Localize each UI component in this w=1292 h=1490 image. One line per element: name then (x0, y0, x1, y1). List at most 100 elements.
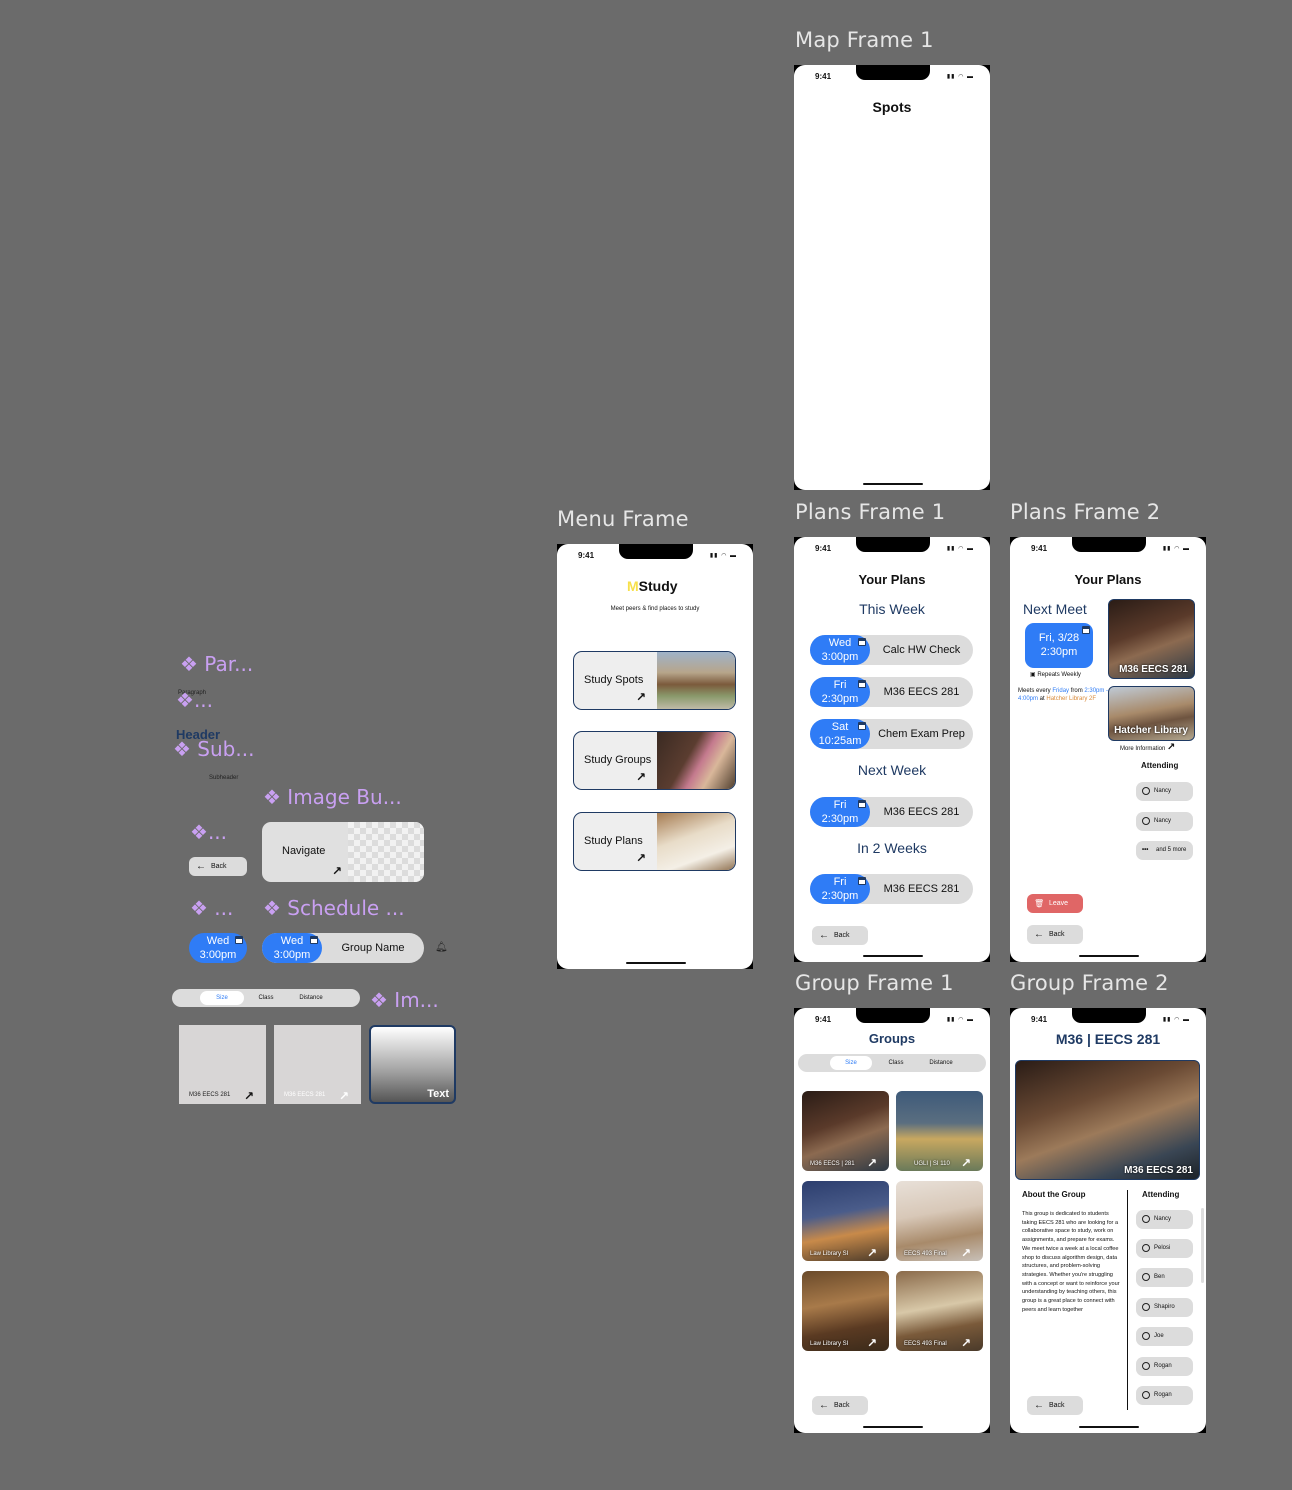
image-label: Hatcher Library (1114, 725, 1188, 736)
plan-item[interactable]: Fri 2:30pm M36 EECS 281 (810, 677, 973, 707)
image-text-component[interactable]: Text (369, 1025, 456, 1104)
tile-label: Text (427, 1088, 449, 1100)
calendar-icon (858, 722, 866, 730)
back-arrow-icon: ← (196, 861, 206, 872)
filter-tabs-component: Size Class Distance (172, 989, 360, 1007)
attendee-name: Joe (1154, 1333, 1164, 1339)
arrow-icon: ↗ (636, 851, 647, 865)
component-back-label[interactable]: ❖... (190, 820, 227, 844)
navigate-button[interactable]: Navigate ↗ (262, 822, 424, 882)
tab-class[interactable]: Class (878, 1054, 914, 1072)
group-tile[interactable]: EECS 493 Final ↗ (896, 1181, 983, 1261)
tab-size[interactable]: Size (200, 991, 244, 1005)
page-title: Your Plans (1074, 572, 1142, 587)
arrow-icon: ↗ (866, 1156, 877, 1170)
more-info-link[interactable]: More Information ↗ (1120, 742, 1175, 753)
status-icons: ▮▮ ◠ ▬ (709, 553, 737, 559)
attendee-pill[interactable]: Rogan (1136, 1357, 1193, 1376)
next-meet-date[interactable]: Fri, 3/28 2:30pm (1025, 623, 1093, 668)
plan-item[interactable]: Sat 10:25am Chem Exam Prep (810, 719, 973, 749)
study-plans-button[interactable]: Study Plans ↗ (573, 812, 736, 871)
back-button[interactable]: ← Back (812, 926, 868, 945)
attendee-pill[interactable]: Nancy (1136, 782, 1193, 801)
study-spots-button[interactable]: Study Spots ↗ (573, 651, 736, 710)
component-schedule-label[interactable]: ❖ Schedule ... (263, 896, 405, 920)
component-date-label[interactable]: ❖ ... (190, 896, 233, 920)
study-groups-button[interactable]: Study Groups ↗ (573, 731, 736, 790)
arrow-icon: ↗ (636, 690, 647, 704)
button-label: Study Groups (584, 754, 652, 766)
component-image-button-label[interactable]: ❖ Image Bu... (263, 785, 402, 809)
plan-item[interactable]: Fri 2:30pm M36 EECS 281 (810, 797, 973, 827)
date-badge: Fri 2:30pm (810, 874, 870, 904)
about-text: This group is dedicated to students taki… (1022, 1211, 1120, 1313)
back-label: Back (834, 932, 850, 939)
attendee-pill[interactable]: Ben (1136, 1268, 1193, 1287)
component-image-label[interactable]: ❖ Im... (370, 988, 439, 1012)
back-button-component[interactable]: ← Back (189, 857, 247, 876)
group-frame-1: 9:41 ▮▮ ◠ ▬ Groups Size Class Distance M… (794, 1008, 990, 1433)
page-title: M36 | EECS 281 (1055, 1031, 1161, 1047)
attendee-pill[interactable]: Pelosi (1136, 1239, 1193, 1258)
group-tile[interactable]: EECS 493 Final ↗ (896, 1271, 983, 1351)
status-time: 9:41 (815, 544, 832, 553)
calendar-icon (1082, 626, 1090, 634)
back-button[interactable]: ← Back (1027, 1396, 1083, 1415)
tile-label: EECS 493 Final (904, 1341, 947, 1347)
bell-icon[interactable]: 🔔︎ (435, 942, 448, 953)
group-tile[interactable]: Law Library SI ↗ (802, 1271, 889, 1351)
group-tile[interactable]: M36 EECS | 281 ↗ (802, 1091, 889, 1171)
tile-label: EECS 493 Final (904, 1251, 947, 1257)
tab-distance[interactable]: Distance (918, 1054, 964, 1072)
attendee-pill[interactable]: Joe (1136, 1327, 1193, 1346)
group-tile[interactable]: Law Library SI ↗ (802, 1181, 889, 1261)
image-tile-component[interactable]: M36 EECS 281 ↗ (274, 1025, 361, 1104)
back-arrow-icon: ← (819, 930, 829, 941)
group-name: Group Name (341, 942, 405, 954)
date-badge-component[interactable]: Wed 3:00pm (189, 933, 247, 963)
component-subheader-label[interactable]: ❖ Sub... (173, 737, 254, 761)
date-badge: Sat 10:25am (810, 719, 870, 749)
more-attendees-pill[interactable]: ••• and 5 more (1136, 841, 1193, 860)
leave-button[interactable]: 🗑 Leave (1027, 894, 1083, 913)
leave-label: Leave (1049, 900, 1069, 907)
library-image[interactable]: Hatcher Library (1108, 686, 1195, 741)
status-time: 9:41 (815, 1015, 832, 1024)
component-paragraph-label[interactable]: ❖ Par... (180, 652, 253, 676)
attendee-name: Shapiro (1154, 1304, 1175, 1310)
frame-label-plans1: Plans Frame 1 (795, 500, 946, 524)
home-indicator (626, 962, 686, 964)
plan-name: Calc HW Check (882, 644, 961, 656)
tab-class[interactable]: Class (248, 989, 284, 1007)
group-tile[interactable]: UGLI | SI 110 ↗ (896, 1091, 983, 1171)
attendee-pill[interactable]: Nancy (1136, 1210, 1193, 1229)
attendee-pill[interactable]: Rogan (1136, 1386, 1193, 1405)
attendee-pill[interactable]: Nancy (1136, 812, 1193, 831)
next-meet-heading: Next Meet (1023, 601, 1087, 617)
plans-frame-1: 9:41 ▮▮ ◠ ▬ Your Plans This Week Wed 3:00… (794, 537, 990, 962)
plan-item[interactable]: Wed 3:00pm Calc HW Check (810, 635, 973, 665)
arrow-icon: ↗ (866, 1246, 877, 1260)
scrollbar[interactable] (1201, 1208, 1204, 1283)
image-tile-component[interactable]: M36 EECS 281 ↗ (179, 1025, 266, 1104)
back-button[interactable]: ← Back (812, 1396, 868, 1415)
attendee-name: Rogan (1154, 1363, 1172, 1369)
back-arrow-icon: ← (819, 1400, 829, 1411)
plan-name: M36 EECS 281 (883, 806, 960, 818)
user-icon (1142, 817, 1150, 825)
schedule-component[interactable]: Wed 3:00pm Group Name (262, 933, 424, 963)
back-label: Back (211, 863, 227, 870)
divider (1127, 1190, 1128, 1410)
status-time: 9:41 (1031, 1015, 1048, 1024)
plan-item[interactable]: Fri 2:30pm M36 EECS 281 (810, 874, 973, 904)
group-image[interactable]: M36 EECS 281 (1108, 599, 1195, 679)
plan-name: Chem Exam Prep (878, 728, 965, 740)
component-dots-label[interactable]: ❖... (176, 688, 213, 712)
tab-distance[interactable]: Distance (288, 989, 334, 1007)
status-time: 9:41 (1031, 544, 1048, 553)
frame-label-menu: Menu Frame (557, 507, 689, 531)
back-button[interactable]: ← Back (1027, 925, 1083, 944)
tile-label: M36 EECS 281 (189, 1092, 231, 1098)
tab-size[interactable]: Size (830, 1056, 872, 1070)
attendee-pill[interactable]: Shapiro (1136, 1298, 1193, 1317)
